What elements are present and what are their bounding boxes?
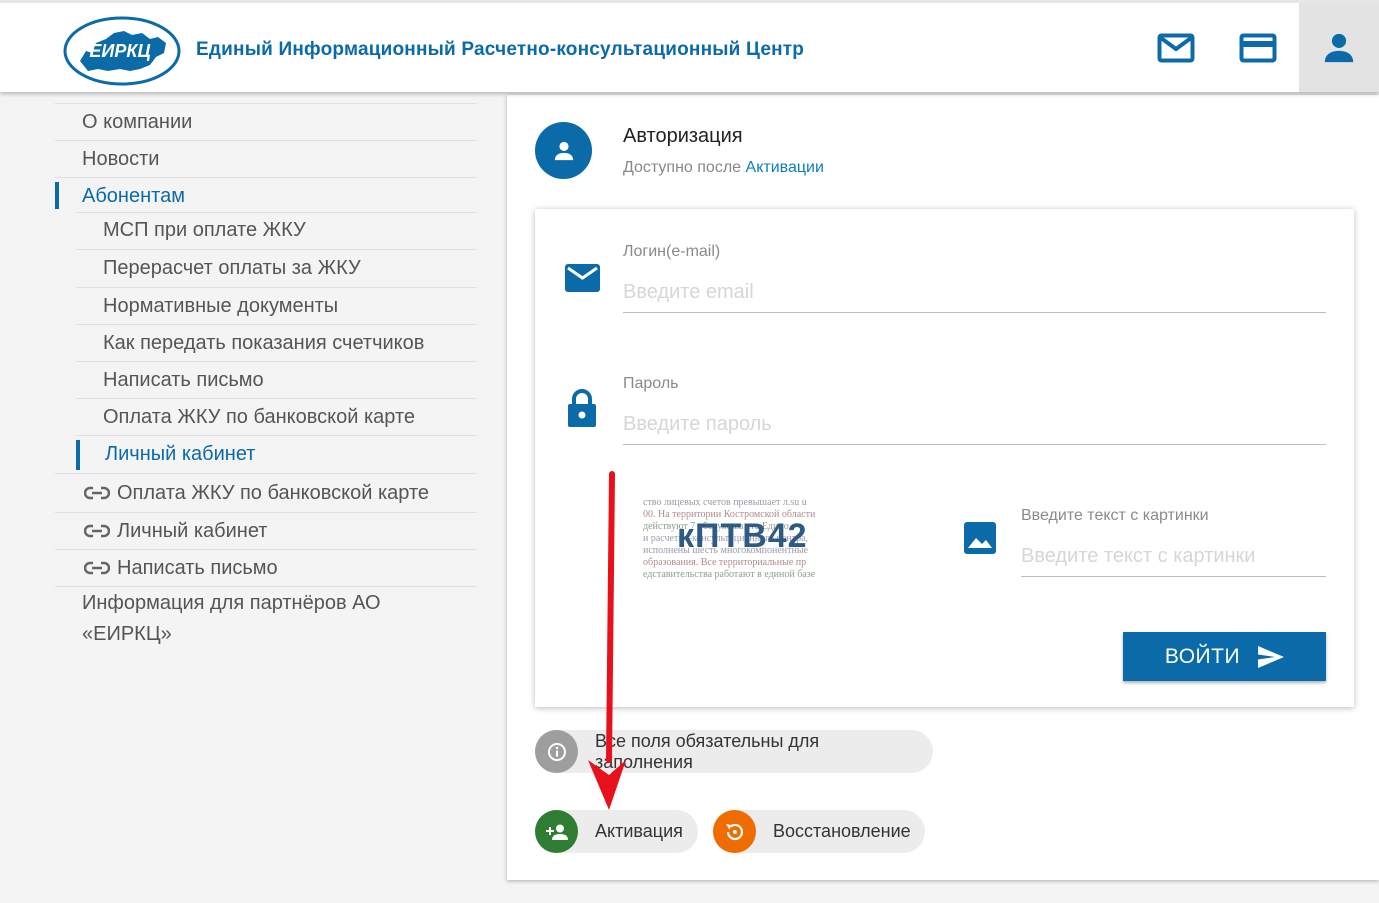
captcha-input[interactable] [1021,537,1326,577]
captcha-noise-line: ство лицевых счетов превышает л.su u [643,497,807,508]
link-icon [84,524,110,538]
sidebar-link-card-payment[interactable]: Оплата ЖКУ по банковской карте [55,473,477,512]
activation-label: Активация [595,821,683,841]
sidebar-item-partners[interactable]: Информация для партнёров АО «ЕИРКЦ» [55,586,477,650]
sidebar-subitem-write-letter[interactable]: Написать письмо [76,361,477,398]
login-input[interactable] [623,273,1326,313]
sidebar-subitem-card-payment[interactable]: Оплата ЖКУ по банковской карте [76,398,477,435]
person-add-icon [535,810,578,853]
captcha-image: ство лицевых счетов превышает л.su u 00. … [643,497,847,583]
sidebar-link-label: Написать письмо [117,556,278,579]
sidebar-subitem-personal-account[interactable]: Личный кабинет [76,435,477,473]
captcha-label: Введите текст с картинки [1021,507,1209,524]
brand-name: Единый Информационный Расчетно-консульта… [196,39,805,60]
user-icon [554,141,573,160]
site-header: ЕИРКЦ Единый Информационный Расчетно-кон… [0,0,1379,92]
sidebar-link-write-letter[interactable]: Написать письмо [55,549,477,586]
credit-card-icon [1239,33,1277,62]
image-icon [964,522,996,554]
sidebar-subitem-documents[interactable]: Нормативные документы [76,287,477,324]
login-label: Логин(e-mail) [623,243,721,260]
account-button[interactable] [1299,3,1379,92]
mail-icon [565,264,600,292]
activation-link[interactable]: Активации [746,159,824,176]
sidebar-item-about[interactable]: О компании [55,103,477,140]
required-notice: Все поля обязательны для заполнения [535,730,933,773]
required-notice-text: Все поля обязательны для заполнения [595,730,820,772]
login-form: Логин(e-mail) Пароль ство лицевых счетов… [535,209,1354,707]
auth-avatar [535,122,592,179]
sidebar-subitem-meter-readings[interactable]: Как передать показания счетчиков [76,324,477,361]
payment-card-button[interactable] [1218,3,1298,92]
sidebar-item-subscribers[interactable]: Абонентам [55,177,477,212]
login-button[interactable]: ВОЙТИ [1123,632,1326,681]
auth-subtitle-text: Доступно после [623,159,746,176]
sidebar-nav: О компании Новости Абонентам МСП при опл… [55,103,477,650]
link-icon [84,561,110,575]
logo[interactable]: ЕИРКЦ [62,13,182,89]
password-input[interactable] [623,405,1326,445]
login-button-label: ВОЙТИ [1164,644,1241,668]
mail-button[interactable] [1136,3,1216,92]
send-icon [1258,645,1285,668]
sidebar-subitem-recalc[interactable]: Перерасчет оплаты за ЖКУ [76,249,477,287]
captcha-code: кПТВ42 [677,517,808,555]
lock-icon [568,389,596,427]
auth-panel: Авторизация Доступно после Активации Лог… [507,95,1379,880]
sidebar-item-news[interactable]: Новости [55,140,477,177]
sidebar-link-label: Личный кабинет [117,519,268,542]
auth-title: Авторизация [623,125,743,147]
captcha-noise-line: едставительства работают в единой базе [643,569,816,580]
link-icon [84,486,110,500]
mail-icon [1157,33,1195,62]
auth-subtitle: Доступно после Активации [623,159,824,177]
user-icon [1324,33,1354,62]
password-label: Пароль [623,375,679,392]
activation-button[interactable]: Активация [535,810,698,853]
info-icon [535,730,578,773]
sidebar-link-label: Оплата ЖКУ по банковской карте [117,481,430,504]
restore-label: Восстановление [773,821,911,841]
sidebar-link-personal-account[interactable]: Личный кабинет [55,512,477,549]
restore-icon [713,810,756,853]
svg-text:ЕИРКЦ: ЕИРКЦ [89,41,150,61]
restore-button[interactable]: Восстановление [713,810,925,853]
sidebar-subitem-msp[interactable]: МСП при оплате ЖКУ [76,212,477,249]
captcha-noise-line: образования. Все территориальные пр [643,557,807,568]
